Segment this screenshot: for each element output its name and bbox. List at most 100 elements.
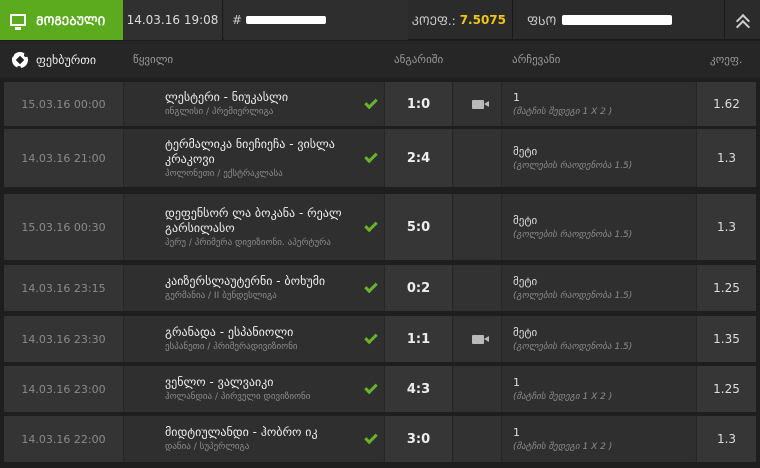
match-date: 15.03.16 00:30	[4, 194, 124, 260]
choice-cell: მეტი (გოლების რაოდენობა 1.5)	[503, 129, 695, 187]
redacted-mask	[562, 15, 673, 25]
event-cell: კაიზერსლაუტერნი - ბოხუმი გერმანია / II ბუ…	[125, 265, 383, 311]
odds: 1.25	[696, 265, 756, 311]
odds: 1.62	[696, 82, 756, 126]
pick-description: (მატჩის შედეგი 1 X 2 )	[513, 391, 613, 402]
pick-description: (გოლების რაოდენობა 1.5)	[513, 290, 633, 301]
collapse-button[interactable]	[724, 0, 760, 40]
total-odds-label: ᲙᲝᲔᲤ.:	[411, 13, 456, 28]
pick-description: (გოლების რაოდენობა 1.5)	[513, 229, 633, 240]
sport-name: ფეხბურთი	[36, 52, 97, 67]
bet-row: 14.03.16 22:00 მიდტიულანდი - ჰობრო იკ დანი…	[4, 416, 756, 462]
score: 0:2	[384, 265, 453, 311]
chevron-up-icon	[735, 13, 750, 35]
pick: მეტი	[513, 144, 538, 158]
sport-label: ფეხბურთი	[12, 41, 96, 78]
score: 3:0	[384, 416, 453, 462]
stake: ᲤᲡᲝ	[512, 0, 724, 40]
teams: მიდტიულანდი - ჰობრო იკ	[165, 425, 318, 439]
video-cell	[454, 366, 502, 412]
won-check-icon	[359, 129, 383, 187]
soccer-ball-icon	[12, 51, 28, 68]
match-date: 14.03.16 23:30	[4, 316, 124, 362]
stake-label: ᲤᲡᲝ	[527, 13, 557, 28]
total-odds: ᲙᲝᲔᲤ.: 7.5075	[408, 0, 512, 40]
pick: მეტი	[513, 325, 538, 339]
event-cell: ლესტერი - ნიუკასლი ინგლისი / პრემიერლიგა	[125, 82, 383, 126]
event-cell: მიდტიულანდი - ჰობრო იკ დანია / სუპერლიგა	[125, 416, 383, 462]
bet-row: 14.03.16 23:15 კაიზერსლაუტერნი - ბოხუმი გე…	[4, 265, 756, 311]
choice-cell: 1 (მატჩის შედეგი 1 X 2 )	[503, 82, 695, 126]
video-camera-icon[interactable]	[471, 334, 489, 344]
video-cell	[454, 265, 502, 311]
ticket-header: ᲛᲝᲒᲔᲑᲣᲚᲘ 14.03.16 19:08 # ᲙᲝᲔᲤ.: 7.5075 …	[0, 0, 760, 40]
event-cell: ვენლო - ვალვაიკი ჰოლანდია / პირველი დივიზ…	[125, 366, 383, 412]
ticket-date: 14.03.16 19:08	[123, 0, 223, 40]
video-cell	[454, 129, 502, 187]
teams: ლესტერი - ნიუკასლი	[165, 90, 289, 104]
bet-row: 15.03.16 00:00 ლესტერი - ნიუკასლი ინგლისი …	[4, 82, 756, 126]
won-check-icon	[359, 416, 383, 462]
won-check-icon	[359, 265, 383, 311]
pick-description: (გოლების რაოდენობა 1.5)	[513, 341, 633, 352]
ticket-id-prefix: #	[232, 13, 243, 27]
teams: ვენლო - ვალვაიკი	[165, 375, 274, 389]
pick-description: (მატჩის შედეგი 1 X 2 )	[513, 441, 613, 452]
total-odds-value: 7.5075	[459, 13, 506, 27]
won-check-icon	[359, 194, 383, 260]
event-cell: დეფენსორ ლა ბოკანა - რეალ გარსილასო პერუ …	[125, 194, 383, 260]
match-date: 14.03.16 23:00	[4, 366, 124, 412]
bet-row: 14.03.16 23:30 გრანადა - ესპანიოლი ესპანეთ…	[4, 316, 756, 362]
score: 4:3	[384, 366, 453, 412]
event-cell: გრანადა - ესპანიოლი ესპანეთი / პრიმერადივ…	[125, 316, 383, 362]
match-date: 14.03.16 23:15	[4, 265, 124, 311]
pick: მეტი	[513, 213, 538, 227]
table-header: ფეხბურთი წყვილი ანგარიში არჩევანი კოეფ.	[0, 41, 760, 78]
match-date: 14.03.16 22:00	[4, 416, 124, 462]
choice-cell: 1 (მატჩის შედეგი 1 X 2 )	[503, 366, 695, 412]
odds: 1.25	[696, 366, 756, 412]
video-cell	[454, 416, 502, 462]
teams: გრანადა - ესპანიოლი	[165, 325, 294, 339]
bet-row: 14.03.16 21:00 ტერმალიკა ნიეჩიეჩა - ვისლა…	[4, 129, 756, 187]
video-cell[interactable]	[454, 316, 502, 362]
league: ინგლისი / პრემიერლიგა	[165, 107, 274, 117]
bet-row: 14.03.16 23:00 ვენლო - ვალვაიკი ჰოლანდია /…	[4, 366, 756, 412]
ticket-id: #	[224, 0, 408, 40]
league: ჰოლანდია / პირველი დივიზიონი	[165, 392, 311, 402]
pick-description: (გოლების რაოდენობა 1.5)	[513, 160, 633, 171]
column-choice: არჩევანი	[512, 53, 561, 66]
won-check-icon	[359, 316, 383, 362]
pick: 1	[513, 375, 520, 389]
match-date: 14.03.16 21:00	[4, 129, 124, 187]
odds: 1.3	[696, 194, 756, 260]
column-score: ანგარიში	[394, 53, 444, 66]
status-label: ᲛᲝᲒᲔᲑᲣᲚᲘ	[36, 13, 106, 28]
pick: 1	[513, 90, 520, 104]
match-date: 15.03.16 00:00	[4, 82, 124, 126]
teams: ტერმალიკა ნიეჩიეჩა - ვისლა კრაკოვი	[165, 136, 335, 166]
teams: დეფენსორ ლა ბოკანა - რეალ გარსილასო	[165, 205, 342, 235]
choice-cell: მეტი (გოლების რაოდენობა 1.5)	[503, 316, 695, 362]
league: პოლონეთი / ექსტრაკლასა	[165, 168, 283, 179]
video-cell[interactable]	[454, 82, 502, 126]
column-event: წყვილი	[133, 53, 174, 66]
video-camera-icon[interactable]	[471, 99, 489, 109]
pick: 1	[513, 425, 520, 439]
teams: კაიზერსლაუტერნი - ბოხუმი	[165, 274, 326, 288]
monitor-icon	[10, 14, 26, 30]
score: 5:0	[384, 194, 453, 260]
choice-cell: მეტი (გოლების რაოდენობა 1.5)	[503, 194, 695, 260]
league: ესპანეთი / პრიმერადივიზიონი	[165, 342, 298, 352]
score: 2:4	[384, 129, 453, 187]
event-cell: ტერმალიკა ნიეჩიეჩა - ვისლა კრაკოვი პოლონე…	[125, 129, 383, 187]
pick: მეტი	[513, 274, 538, 288]
league: დანია / სუპერლიგა	[165, 442, 250, 452]
odds: 1.3	[696, 129, 756, 187]
won-check-icon	[359, 366, 383, 412]
choice-cell: 1 (მატჩის შედეგი 1 X 2 )	[503, 416, 695, 462]
won-check-icon	[359, 82, 383, 126]
video-cell	[454, 194, 502, 260]
odds: 1.35	[696, 316, 756, 362]
redacted-mask	[246, 16, 327, 24]
